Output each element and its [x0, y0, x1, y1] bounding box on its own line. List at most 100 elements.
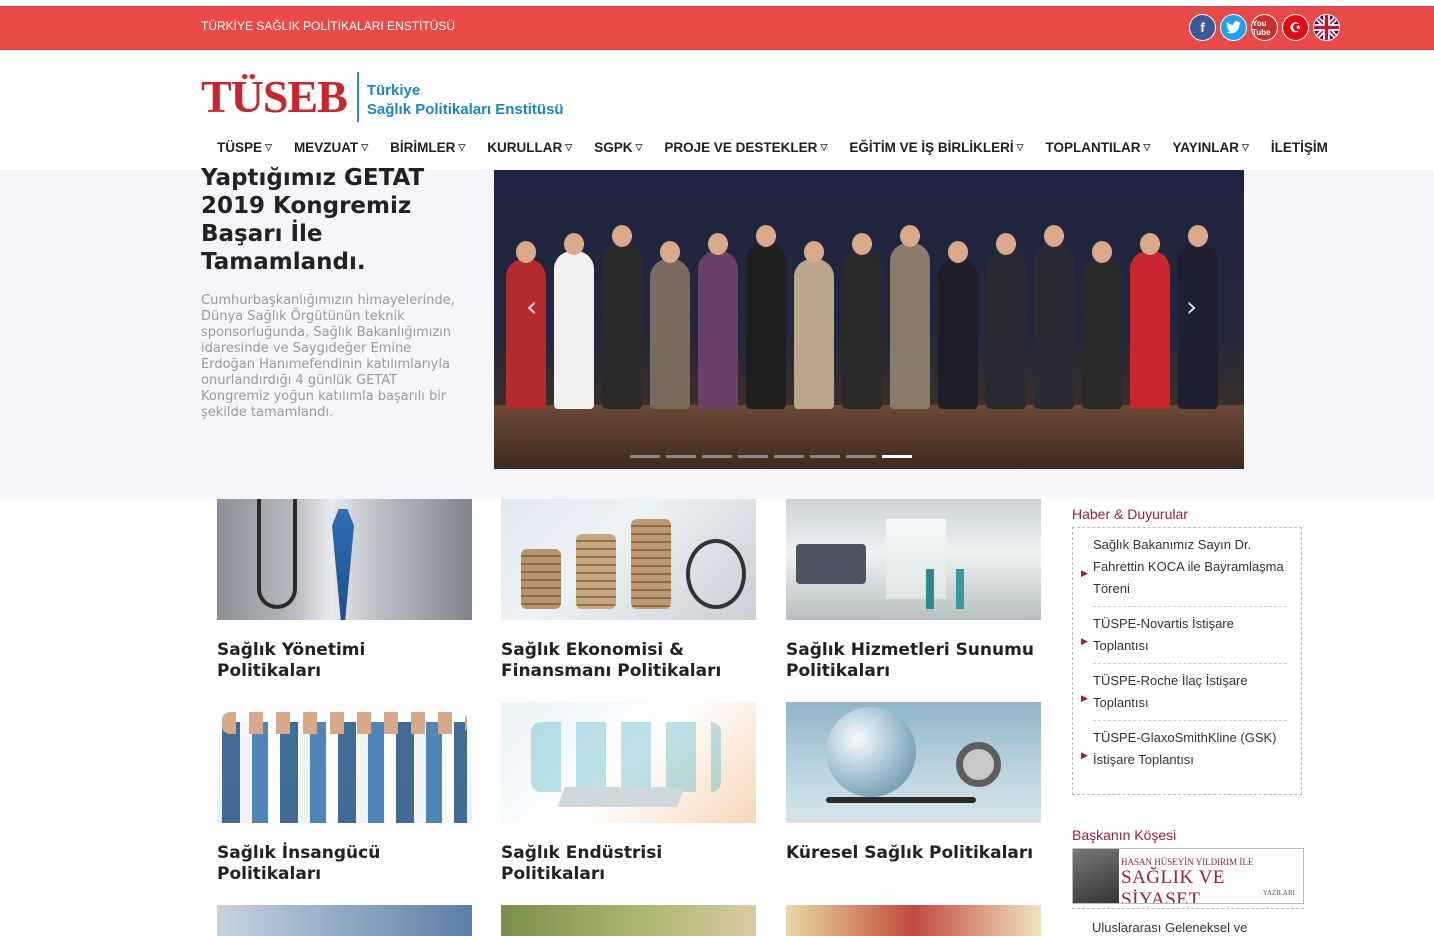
policy-card[interactable]: [217, 905, 472, 936]
news-item[interactable]: ▶ TÜSPE-Novartis İstişare Toplantısı: [1081, 607, 1287, 664]
news-item[interactable]: ▶ TÜSPE-GlaxoSmithKline (GSK) İstişare To…: [1081, 721, 1287, 777]
divider: [1072, 908, 1304, 909]
person-head: [1044, 225, 1064, 247]
nav-label: PROJE VE DESTEKLER: [664, 139, 818, 155]
card-title: Sağlık Endüstrisi Politikaları: [501, 843, 663, 884]
nav-label: TÜSPE: [217, 139, 263, 155]
person-head: [660, 241, 680, 263]
slider-dot[interactable]: [882, 455, 912, 458]
card-image: [217, 499, 472, 620]
nav-item-proje[interactable]: PROJE VE DESTEKLER ▽: [664, 137, 827, 157]
card-image: [217, 905, 472, 936]
news-item[interactable]: ▶ Sağlık Bakanımız Sayın Dr. Fahrettin KO…: [1081, 528, 1287, 607]
person-figure: [698, 233, 738, 409]
card-image: [786, 905, 1041, 936]
banner-subtitle: HASAN HÜSEYİN YILDIRIM İLE: [1121, 857, 1254, 867]
news-item-text: TÜSPE-Roche İlaç İstişare Toplantısı: [1093, 673, 1248, 710]
policy-card[interactable]: Sağlık İnsangücü Politikaları: [217, 702, 472, 885]
nav-item-kurullar[interactable]: KURULLAR ▽: [487, 137, 572, 157]
policy-card[interactable]: [786, 905, 1041, 936]
person-figure: [938, 241, 978, 409]
twitter-icon[interactable]: [1220, 14, 1247, 41]
card-image: [501, 702, 756, 823]
slider-prev-icon[interactable]: ‹: [526, 290, 537, 323]
caret-right-icon: ▶: [1081, 693, 1088, 703]
card-image: [217, 702, 472, 823]
policy-card[interactable]: Sağlık Yönetimi Politikaları: [217, 499, 472, 682]
slider-dot[interactable]: [666, 455, 696, 458]
president-article-link[interactable]: Uluslararası Geleneksel ve: [1092, 920, 1247, 935]
person-head: [852, 233, 872, 255]
news-heading[interactable]: Haber & Duyurular: [1072, 506, 1188, 522]
person-head: [996, 233, 1016, 255]
nav-item-sgpk[interactable]: SGPK ▽: [594, 137, 642, 157]
president-banner[interactable]: HASAN HÜSEYİN YILDIRIM İLE SAĞLIK VE SİY…: [1072, 848, 1304, 904]
card-title: Sağlık Hizmetleri Sunumu Politikaları: [786, 640, 1034, 681]
slider-dot[interactable]: [702, 455, 732, 458]
person-head: [612, 225, 632, 247]
nav-item-toplantilar[interactable]: TOPLANTILAR ▽: [1046, 137, 1151, 157]
banner-title: SAĞLIK VE SİYASET: [1121, 867, 1225, 904]
policy-card[interactable]: Küresel Sağlık Politikaları: [786, 702, 1041, 864]
nav-label: TOPLANTILAR: [1045, 139, 1141, 155]
chevron-down-icon: ▽: [458, 141, 466, 152]
policy-card[interactable]: Sağlık Ekonomisi & Finansmanı Politikala…: [501, 499, 756, 682]
news-item-text: TÜSPE-GlaxoSmithKline (GSK) İstişare Top…: [1093, 730, 1277, 767]
nav-item-egitim[interactable]: EĞİTİM VE İŞ BİRLİKLERİ ▽: [849, 137, 1023, 157]
chevron-down-icon: ▽: [1016, 141, 1024, 152]
news-item-text: Sağlık Bakanımız Sayın Dr. Fahrettin KOC…: [1093, 537, 1284, 596]
slider-dot[interactable]: [846, 455, 876, 458]
chevron-down-icon: ▽: [1143, 141, 1151, 152]
card-title: Sağlık İnsangücü Politikaları: [217, 843, 381, 884]
person-head: [1140, 233, 1160, 255]
institute-name: TÜRKİYE SAĞLIK POLİTİKALARI ENSTİTÜSÜ: [201, 19, 456, 33]
slider-dot[interactable]: [630, 455, 660, 458]
person-figure: [1034, 225, 1074, 409]
nav-label: BİRİMLER: [390, 139, 456, 155]
person-head: [900, 225, 920, 247]
slider-dot[interactable]: [810, 455, 840, 458]
nav-label: MEVZUAT: [293, 139, 359, 155]
top-bar: TÜRKİYE SAĞLIK POLİTİKALARI ENSTİTÜSÜ f …: [0, 6, 1434, 50]
nav-label: SGPK: [594, 139, 633, 155]
president-heading[interactable]: Başkanın Köşesi: [1072, 827, 1176, 843]
nav-item-yayinlar[interactable]: YAYINLAR ▽: [1172, 137, 1248, 157]
hero-title[interactable]: Yaptığımız GETAT 2019 Kongremiz Başarı İ…: [201, 164, 471, 276]
chevron-down-icon: ▽: [820, 141, 828, 152]
facebook-icon[interactable]: f: [1189, 14, 1216, 41]
news-item-text: TÜSPE-Novartis İstişare Toplantısı: [1093, 616, 1234, 653]
slider-next-icon[interactable]: ›: [1186, 290, 1197, 323]
policy-card[interactable]: Sağlık Endüstrisi Politikaları: [501, 702, 756, 885]
nav-item-tuspe[interactable]: TÜSPE ▽: [217, 137, 272, 157]
chevron-down-icon: ▽: [635, 141, 643, 152]
news-item[interactable]: ▶ TÜSPE-Roche İlaç İstişare Toplantısı: [1081, 664, 1287, 721]
chevron-down-icon: ▽: [361, 141, 369, 152]
person-figure: [602, 225, 642, 409]
nav-item-iletisim[interactable]: İLETİŞİM: [1271, 137, 1328, 157]
slider-indicators: [630, 455, 912, 458]
social-links: f You Tube ☪: [1189, 14, 1340, 41]
youtube-icon[interactable]: You Tube: [1251, 14, 1278, 41]
slider-dot[interactable]: [774, 455, 804, 458]
card-image: [501, 905, 756, 936]
nav-label: EĞİTİM VE İŞ BİRLİKLERİ: [849, 139, 1014, 155]
person-head: [564, 233, 584, 255]
hero-description: Cumhurbaşkanlığımızın himayelerinde, Dün…: [201, 293, 455, 420]
card-title: Sağlık Yönetimi Politikaları: [217, 640, 366, 681]
policy-card[interactable]: Sağlık Hizmetleri Sunumu Politikaları: [786, 499, 1041, 682]
person-figure: [1130, 233, 1170, 409]
site-logo[interactable]: TÜSEB Türkiye Sağlık Politikaları Enstit…: [201, 70, 564, 123]
caret-right-icon: ▶: [1081, 636, 1088, 646]
hero-slider[interactable]: ‹ ›: [494, 170, 1244, 469]
nav-item-birimler[interactable]: BİRİMLER ▽: [390, 137, 465, 157]
uk-flag-icon[interactable]: [1313, 14, 1340, 41]
nav-item-mevzuat[interactable]: MEVZUAT ▽: [294, 137, 368, 157]
policy-card[interactable]: [501, 905, 756, 936]
turkish-flag-icon[interactable]: ☪: [1282, 14, 1309, 41]
person-head: [708, 233, 728, 255]
person-figure: [1082, 241, 1122, 409]
person-figure: [650, 241, 690, 409]
nav-label: KURULLAR: [487, 139, 563, 155]
person-head: [516, 241, 536, 263]
slider-dot[interactable]: [738, 455, 768, 458]
